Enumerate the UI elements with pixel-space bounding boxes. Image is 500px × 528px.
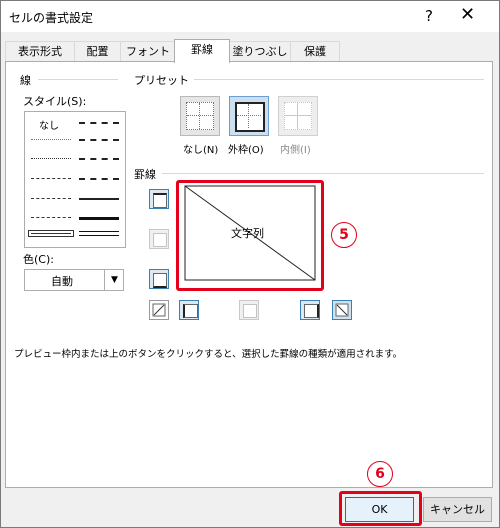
preset-none-button[interactable] [180, 96, 220, 136]
line-style-thin[interactable] [28, 230, 74, 237]
preset-none-icon [186, 102, 214, 130]
title-bar: セルの書式設定 ? ✕ [1, 1, 499, 32]
preset-outline-icon [235, 102, 265, 132]
line-style-medium-dash-dot-dot[interactable] [79, 122, 119, 124]
line-style-none[interactable]: なし [39, 117, 59, 132]
preset-outline-button[interactable] [229, 96, 269, 136]
line-style-dash-dot-dot[interactable] [31, 178, 71, 179]
format-cells-dialog: セルの書式設定 ? ✕ 表示形式 配置 フォント 罫線 塗りつぶし 保護 線 ス… [0, 0, 500, 528]
line-style-hairline[interactable] [31, 139, 71, 140]
preset-group-divider [194, 79, 484, 80]
line-group-divider [38, 79, 118, 80]
diagonal-down-icon [335, 303, 349, 317]
line-style-medium[interactable] [79, 198, 119, 200]
line-group-heading: 線 [20, 74, 31, 87]
line-style-list[interactable]: なし [24, 111, 126, 248]
dialog-title: セルの書式設定 [9, 11, 94, 25]
callout-highlight-preview [176, 180, 324, 291]
tab-alignment[interactable]: 配置 [74, 41, 121, 61]
chevron-down-icon: ▼ [104, 270, 124, 290]
border-top-button[interactable] [149, 189, 169, 209]
border-group-divider [162, 173, 484, 174]
line-style-medium-dash-dot[interactable] [79, 158, 119, 160]
callout-badge-six: 6 [367, 461, 393, 487]
line-style-dotted[interactable] [31, 158, 71, 159]
ok-button[interactable]: OK [345, 497, 414, 522]
border-tab-panel: 線 スタイル(S): なし 色(C): 自動 ▼ プリセット なし(N) 外枠(… [5, 61, 493, 488]
preset-outline-label: 外枠(O) [228, 145, 264, 156]
border-bottom-button[interactable] [149, 269, 169, 289]
tab-font[interactable]: フォント [120, 41, 176, 61]
preset-inside-icon [284, 102, 312, 130]
style-label: スタイル(S): [23, 95, 87, 108]
diagonal-up-icon [152, 303, 166, 317]
preset-none-label: なし(N) [183, 145, 219, 156]
line-style-dash-dot[interactable] [31, 198, 71, 199]
color-select[interactable]: 自動 ▼ [24, 269, 124, 291]
tab-fill[interactable]: 塗りつぶし [229, 41, 291, 61]
border-inside-vertical-button[interactable] [239, 300, 259, 320]
callout-badge-five: 5 [331, 222, 357, 248]
tab-number-format[interactable]: 表示形式 [5, 41, 75, 61]
tab-protection[interactable]: 保護 [290, 41, 340, 61]
border-diagonal-down-button[interactable] [332, 300, 352, 320]
line-style-double[interactable] [79, 231, 119, 236]
preset-inside-label: 内側(I) [280, 145, 311, 156]
hint-text: プレビュー枠内または上のボタンをクリックすると、選択した罫線の種類が適用されます… [14, 349, 403, 360]
border-diagonal-up-button[interactable] [149, 300, 169, 320]
line-style-slanted-dash-dot[interactable] [79, 139, 119, 141]
color-label: 色(C): [23, 253, 54, 266]
preset-group-heading: プリセット [134, 74, 189, 87]
border-inside-horizontal-button[interactable] [149, 229, 169, 249]
border-right-button[interactable] [300, 300, 320, 320]
cancel-button[interactable]: キャンセル [423, 497, 492, 522]
color-select-value: 自動 [51, 275, 73, 288]
close-button[interactable]: ✕ [460, 4, 475, 25]
preset-inside-button[interactable] [278, 96, 318, 136]
line-style-thick[interactable] [79, 217, 119, 220]
help-button[interactable]: ? [425, 7, 433, 25]
line-style-dashed[interactable] [31, 217, 71, 218]
border-group-heading: 罫線 [134, 168, 156, 181]
border-left-button[interactable] [179, 300, 199, 320]
line-style-medium-dashed[interactable] [79, 178, 119, 180]
tab-border[interactable]: 罫線 [174, 39, 230, 63]
